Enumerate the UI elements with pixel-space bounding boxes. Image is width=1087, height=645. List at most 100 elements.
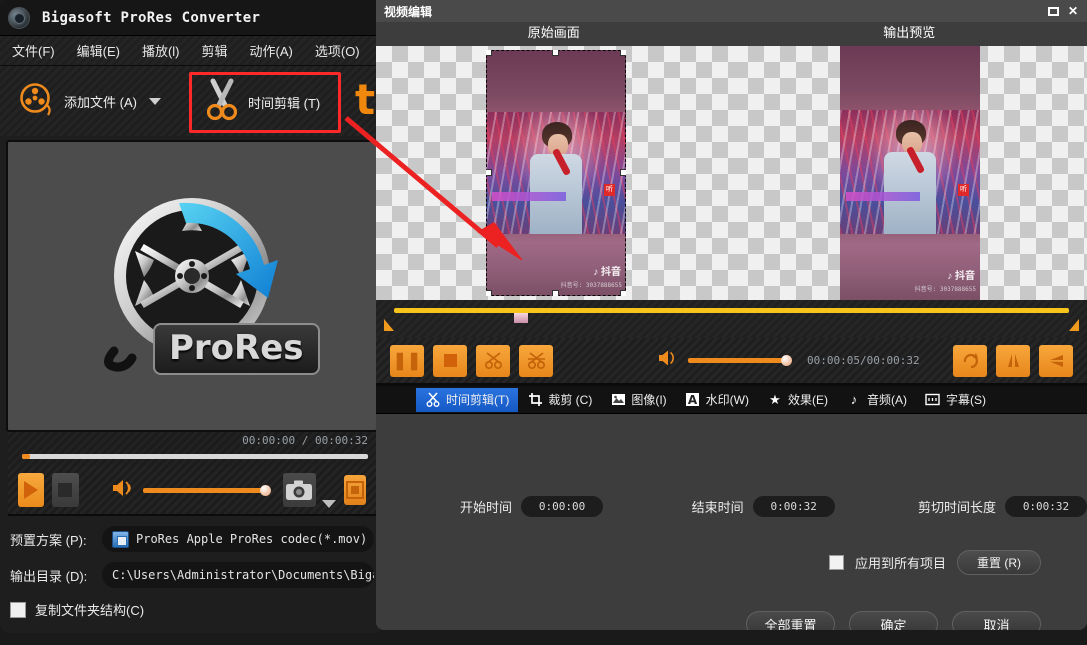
tab-label: 音频(A) — [866, 393, 907, 407]
reset-button[interactable]: 重置 (R) — [957, 550, 1041, 575]
tab-label: 裁剪 (C) — [548, 393, 593, 407]
editor-time-display: 00:00:05/00:00:32 — [807, 354, 920, 367]
editor-timeline[interactable] — [376, 300, 1087, 338]
ok-button[interactable]: 确定 — [849, 611, 938, 630]
main-seek-slider[interactable] — [22, 454, 368, 459]
video-subtitle-overlay — [846, 192, 920, 201]
pause-button[interactable]: ❚❚ — [390, 344, 424, 377]
rotate-icon — [963, 353, 978, 369]
menu-item-action[interactable]: 动作(A) — [250, 41, 293, 60]
chevron-down-icon[interactable] — [148, 97, 161, 105]
apply-to-all-label: 应用到所有项目 — [854, 556, 946, 571]
tab-time-trim[interactable]: 时间剪辑(T) — [416, 387, 519, 412]
dialog-titlebar: 视频编辑 ✕ — [376, 0, 1087, 22]
snapshot-chevron-down-icon[interactable] — [322, 500, 337, 508]
apply-to-all-checkbox[interactable] — [828, 555, 844, 570]
tab-effects[interactable]: ★ 效果(E) — [758, 388, 837, 412]
preset-value: ProRes Apple ProRes codec(*.mov) — [136, 532, 368, 546]
tab-label: 时间剪辑(T) — [446, 393, 510, 407]
time-trim-panel: 开始时间 0:00:00 结束时间 0:00:32 剪切时间长度 0:00:32… — [376, 414, 1087, 630]
stop-button[interactable] — [433, 344, 467, 377]
play-button[interactable] — [18, 473, 45, 507]
scissors-icon — [202, 78, 242, 127]
resize-handle-bl[interactable] — [486, 290, 492, 296]
tab-label: 字幕(S) — [945, 393, 986, 407]
output-preview-pane[interactable]: 听 ♪ 抖音 抖音号: 3037888655 — [732, 46, 1087, 300]
output-video-frame: 听 ♪ 抖音 抖音号: 3037888655 — [840, 46, 980, 300]
menu-item-file[interactable]: 文件(F) — [12, 41, 55, 60]
output-settings-panel: 预置方案 (P): ProRes Apple ProRes codec(*.mo… — [0, 516, 384, 619]
start-time-label: 开始时间 — [460, 500, 513, 515]
crop-icon — [527, 392, 543, 408]
editor-volume-slider[interactable] — [688, 355, 792, 366]
output-preview-header: 输出预览 — [883, 25, 936, 40]
restore-window-icon[interactable] — [1043, 3, 1063, 19]
speaker-icon[interactable] — [111, 478, 135, 503]
trim-start-marker[interactable] — [384, 319, 394, 331]
resize-handle-tr[interactable] — [620, 50, 626, 56]
app-titlebar: Bigasoft ProRes Converter — [0, 0, 384, 36]
copy-folder-structure-row[interactable]: 复制文件夹结构(C) — [10, 600, 374, 619]
flip-horizontal-icon — [1049, 355, 1063, 367]
timeline-track[interactable] — [394, 308, 1069, 323]
rotate-button[interactable] — [953, 344, 987, 377]
tab-subtitle[interactable]: 字幕(S) — [916, 388, 995, 412]
cancel-button[interactable]: 取消 — [952, 611, 1041, 630]
scissors-start-icon — [484, 352, 502, 370]
film-reel-icon — [18, 82, 56, 120]
resize-handle-tl[interactable] — [486, 50, 492, 56]
resize-handle-mr[interactable] — [620, 169, 626, 176]
set-start-button[interactable] — [476, 344, 510, 377]
preset-select[interactable]: ProRes Apple ProRes codec(*.mov) — [102, 526, 374, 552]
frame-capture-button[interactable] — [344, 475, 366, 505]
preset-row: 预置方案 (P): ProRes Apple ProRes codec(*.mo… — [10, 524, 374, 554]
close-icon[interactable]: ✕ — [1063, 3, 1083, 19]
original-preview-pane[interactable]: 听 ♪ 抖音 抖音号: 3037888655 — [376, 46, 732, 300]
trim-end-marker[interactable] — [1069, 319, 1079, 331]
flip-horizontal-button[interactable] — [1039, 344, 1073, 377]
menu-item-play[interactable]: 播放(l) — [142, 41, 180, 60]
snapshot-button[interactable] — [282, 473, 317, 507]
subtitle-icon — [925, 392, 941, 408]
crop-selection-rect[interactable] — [486, 50, 626, 296]
duration-group: 剪切时间长度 0:00:32 — [918, 496, 1087, 517]
end-time-input[interactable]: 0:00:32 — [752, 496, 835, 517]
volume-knob[interactable] — [259, 484, 271, 496]
flip-vertical-button[interactable] — [996, 344, 1030, 377]
tab-audio[interactable]: ♪ 音频(A) — [837, 388, 916, 412]
main-volume-slider[interactable] — [142, 484, 271, 496]
start-time-input[interactable]: 0:00:00 — [521, 496, 604, 517]
copy-folder-structure-checkbox[interactable] — [10, 601, 26, 618]
editor-speaker-icon[interactable] — [657, 349, 679, 372]
total-time: 00:00:32 — [315, 434, 368, 447]
image-icon — [610, 392, 626, 408]
watermark-a-icon: A — [685, 392, 701, 408]
stop-button[interactable] — [52, 473, 79, 507]
menu-bar: 文件(F) 编辑(E) 播放(l) 剪辑 动作(A) 选项(O) 帮助 — [0, 36, 384, 66]
set-end-button[interactable] — [519, 344, 553, 377]
resize-handle-tm[interactable] — [552, 50, 559, 56]
output-dir-input[interactable]: C:\Users\Administrator\Documents\Bigasof… — [102, 562, 374, 588]
menu-item-clip[interactable]: 剪辑 — [202, 41, 228, 60]
tab-crop[interactable]: 裁剪 (C) — [518, 388, 601, 412]
play-icon — [24, 481, 39, 499]
dialog-footer-buttons: 全部重置 确定 取消 — [376, 575, 1087, 630]
timeline-playhead[interactable] — [514, 313, 528, 323]
add-file-button[interactable]: 添加文件 (A) — [10, 73, 169, 129]
toolbar: 添加文件 (A) 时间剪辑 (T) t — [0, 66, 384, 136]
editor-volume-knob[interactable] — [781, 355, 792, 366]
tab-image[interactable]: 图像(I) — [601, 388, 675, 412]
duration-input[interactable]: 0:00:32 — [1005, 496, 1087, 517]
resize-handle-bm[interactable] — [552, 290, 559, 296]
main-time-display: 00:00:00 / 00:00:32 — [242, 434, 368, 447]
main-transport-bar — [8, 466, 376, 516]
reset-all-button[interactable]: 全部重置 — [746, 611, 835, 630]
main-preview-area: ProRes — [6, 140, 378, 432]
time-trim-toolbar-button[interactable]: 时间剪辑 (T) — [189, 72, 341, 133]
resize-handle-ml[interactable] — [486, 169, 492, 176]
resize-handle-br[interactable] — [620, 290, 626, 296]
menu-item-edit[interactable]: 编辑(E) — [77, 41, 120, 60]
tab-watermark[interactable]: A 水印(W) — [676, 388, 758, 412]
menu-item-options[interactable]: 选项(O) — [315, 41, 360, 60]
video-stage-content: 听 — [840, 110, 980, 234]
